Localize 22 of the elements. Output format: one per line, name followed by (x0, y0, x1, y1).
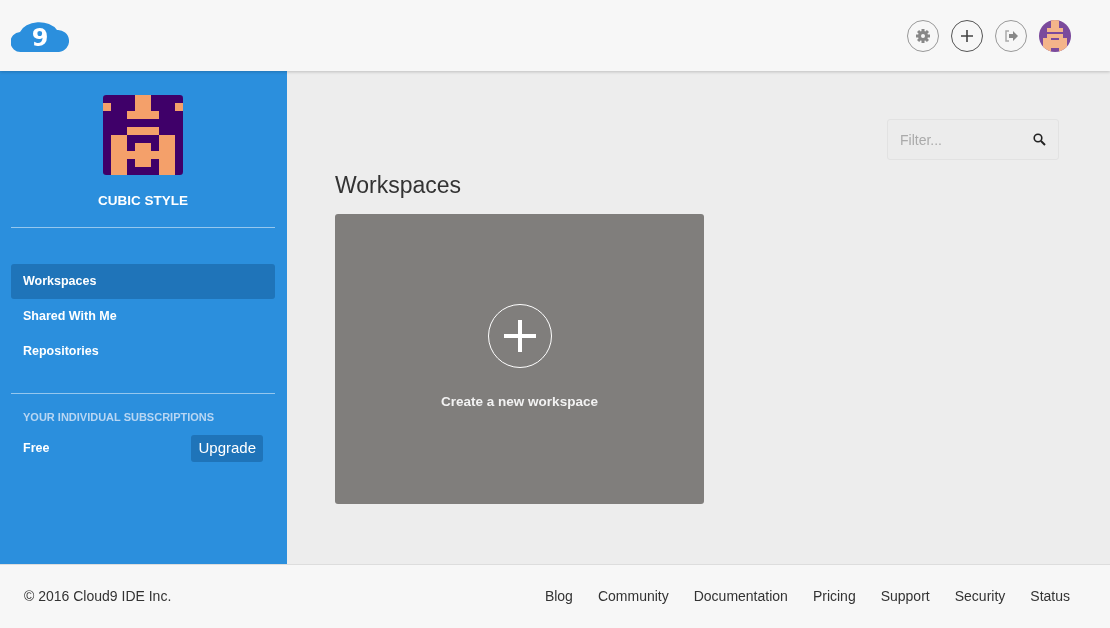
sign-out-icon (1004, 29, 1018, 42)
filter-field[interactable]: Filter... (887, 119, 1059, 160)
copyright-text: © 2016 Cloud9 IDE Inc. (24, 587, 172, 606)
page-title: Workspaces (335, 172, 463, 200)
user-avatar[interactable] (1039, 19, 1071, 52)
footer-link[interactable]: Blog (544, 586, 573, 607)
create-workspace-label: Create a new workspace (441, 393, 598, 412)
footer-link[interactable]: Security (954, 586, 1006, 607)
create-workspace-card[interactable]: Create a new workspace (335, 213, 704, 504)
settings-icon (916, 28, 930, 43)
plus-icon (960, 28, 974, 43)
footer-link[interactable]: Community (597, 586, 669, 607)
sidebar-item[interactable]: Workspaces (11, 264, 275, 299)
footer-link[interactable]: Support (880, 586, 930, 607)
search-icon (1033, 133, 1046, 146)
upgrade-button[interactable]: Upgrade (191, 435, 263, 462)
profile-name: CUBIC STYLE (98, 192, 188, 210)
footer-link[interactable]: Pricing (812, 586, 856, 607)
footer-link[interactable]: Status (1030, 586, 1070, 607)
subscriptions-heading: YOUR INDIVIDUAL SUBSCRIPTIONS (22, 409, 216, 425)
footer-link[interactable]: Documentation (693, 586, 788, 607)
plan-name: Free (23, 439, 50, 457)
